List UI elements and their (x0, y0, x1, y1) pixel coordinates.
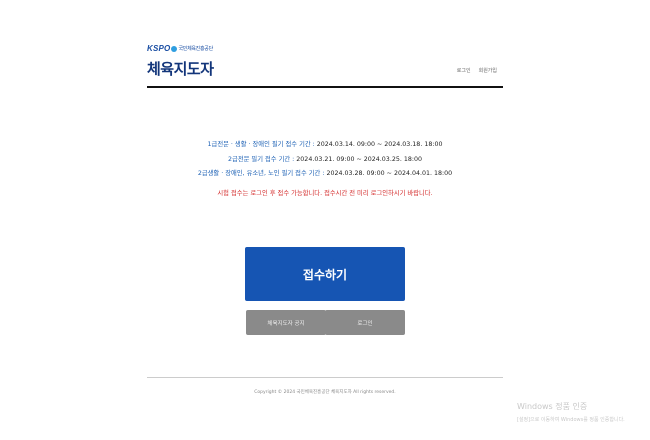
notice-line-2-label: 2급전문 필기 접수 기간 : (228, 155, 297, 163)
logo-org-name: 국민체육진흥공단 (178, 46, 213, 52)
login-link[interactable]: 로그인 (457, 67, 471, 74)
notice-line-3-label: 2급생활 · 장애인, 유소년, 노인 필기 접수 기간 : (197, 170, 327, 177)
notice-line-2: 2급전문 필기 접수 기간 : 2024.03.21. 09:00 ~ 2024… (147, 153, 503, 168)
footer-copyright: Copyright © 2024 국민체육진흥공단 체육지도자 All righ… (254, 390, 396, 395)
notice-line-1-dates: 2024.03.14. 09:00 ~ 2024.03.18. 18:00 (316, 141, 443, 148)
logo-swoosh-icon (171, 45, 178, 52)
site-header: KSPO 국민체육진흥공단 체육지도자 로그인 회원가입 (147, 40, 503, 88)
apply-button[interactable]: 접수하기 (245, 247, 405, 301)
notice-line-3: 2급생활 · 장애인, 유소년, 노인 필기 접수 기간 : 2024.03.2… (147, 167, 503, 182)
windows-activation-watermark: Windows 정품 인증 [설정]으로 이동하여 Windows를 정품 인증… (517, 401, 647, 423)
kspo-logo[interactable]: KSPO 국민체육진흥공단 (147, 44, 213, 53)
notice-line-2-dates: 2024.03.21. 09:00 ~ 2024.03.25. 18:00 (296, 155, 422, 163)
notice-line-3-dates: 2024.03.28. 09:00 ~ 2024.04.01. 18:00 (326, 170, 453, 177)
header-divider (147, 86, 503, 88)
signup-link[interactable]: 회원가입 (479, 67, 497, 74)
notice-block: 1급전문 · 생활 · 장애인 필기 접수 기간 : 2024.03.14. 0… (147, 138, 503, 201)
footer-divider (147, 377, 503, 378)
notice-line-1-label: 1급전문 · 생활 · 장애인 필기 접수 기간 : (207, 141, 317, 148)
login-button[interactable]: 로그인 (325, 310, 405, 335)
notice-line-1: 1급전문 · 생활 · 장애인 필기 접수 기간 : 2024.03.14. 0… (147, 138, 503, 153)
instructor-notice-button[interactable]: 체육지도자 공지 (246, 310, 326, 335)
header-links: 로그인 회원가입 (457, 67, 497, 74)
login-warning: 시험 접수는 로그인 후 접수 가능합니다. 접수시간 전 미리 로그인하시기 … (217, 189, 433, 197)
watermark-subtitle: [설정]으로 이동하여 Windows를 정품 인증합니다. (517, 417, 625, 423)
logo-mark: KSPO (147, 44, 171, 53)
watermark-title: Windows 정품 인증 (517, 402, 588, 411)
page-title: 체육지도자 (147, 60, 214, 78)
